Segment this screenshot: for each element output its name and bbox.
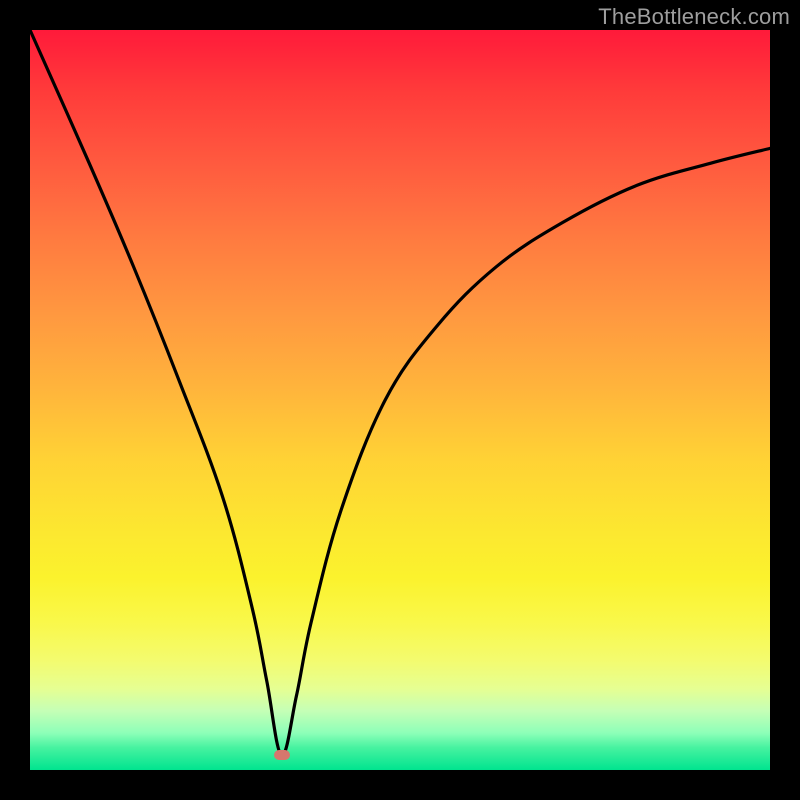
bottleneck-curve [30, 30, 770, 770]
plot-area [30, 30, 770, 770]
watermark-text: TheBottleneck.com [598, 4, 790, 30]
chart-frame: TheBottleneck.com [0, 0, 800, 800]
optimal-marker [274, 750, 290, 760]
